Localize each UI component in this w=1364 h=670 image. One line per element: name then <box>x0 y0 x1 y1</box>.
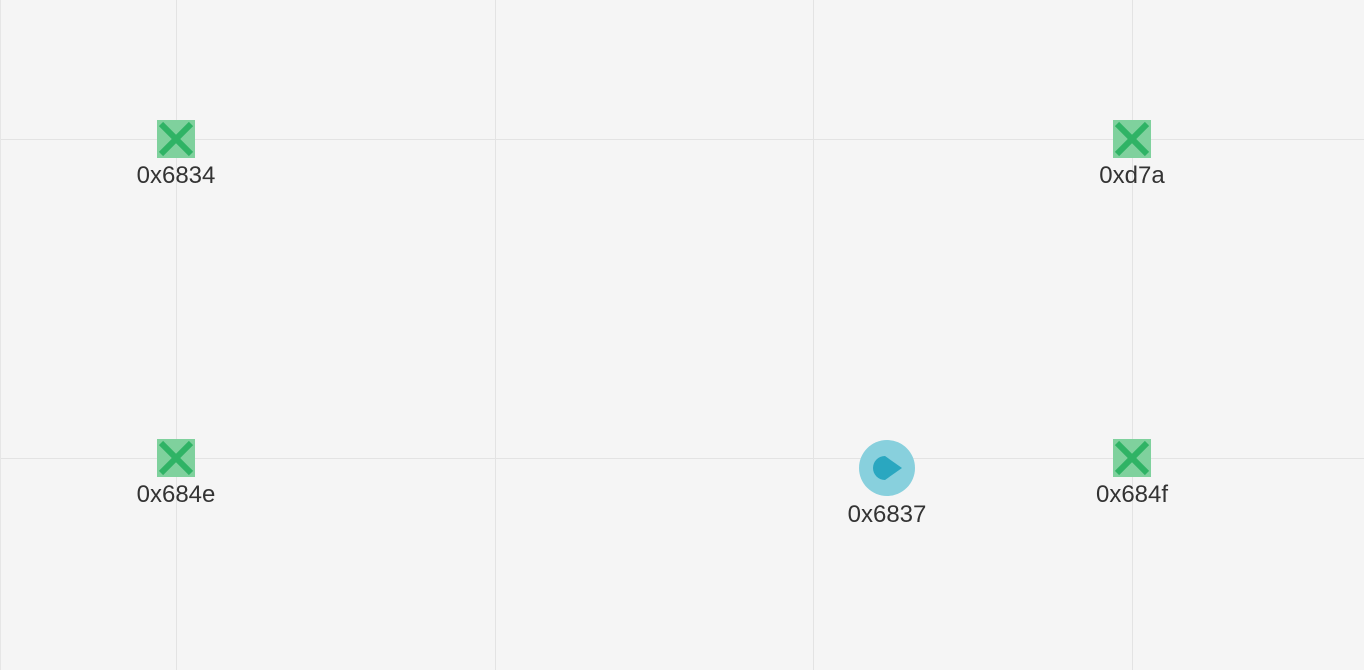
anchor-label: 0x684e <box>136 481 216 508</box>
grid-line-vertical <box>176 0 177 670</box>
tag-marker[interactable]: 0x6837 <box>827 439 947 529</box>
anchor-label: 0x684f <box>1095 481 1169 508</box>
tag-heading-icon <box>859 440 915 496</box>
anchor-marker[interactable]: 0x684f <box>1072 439 1192 509</box>
anchor-marker[interactable]: 0x6834 <box>116 120 236 190</box>
anchor-cross-icon <box>1113 439 1151 477</box>
anchor-label: 0x6834 <box>136 162 216 189</box>
tag-label: 0x6837 <box>847 501 927 528</box>
anchor-marker[interactable]: 0x684e <box>116 439 236 509</box>
grid-line-vertical <box>813 0 814 670</box>
anchor-marker[interactable]: 0xd7a <box>1072 120 1192 190</box>
anchor-label: 0xd7a <box>1099 162 1165 189</box>
grid-line-vertical <box>1132 0 1133 670</box>
grid-line-vertical <box>495 0 496 670</box>
anchor-cross-icon <box>1113 120 1151 158</box>
anchor-cross-icon <box>157 439 195 477</box>
anchor-cross-icon <box>157 120 195 158</box>
map-canvas[interactable]: 0x6834 0xd7a 0x684e 0x684f 0x6837 <box>0 0 1364 670</box>
